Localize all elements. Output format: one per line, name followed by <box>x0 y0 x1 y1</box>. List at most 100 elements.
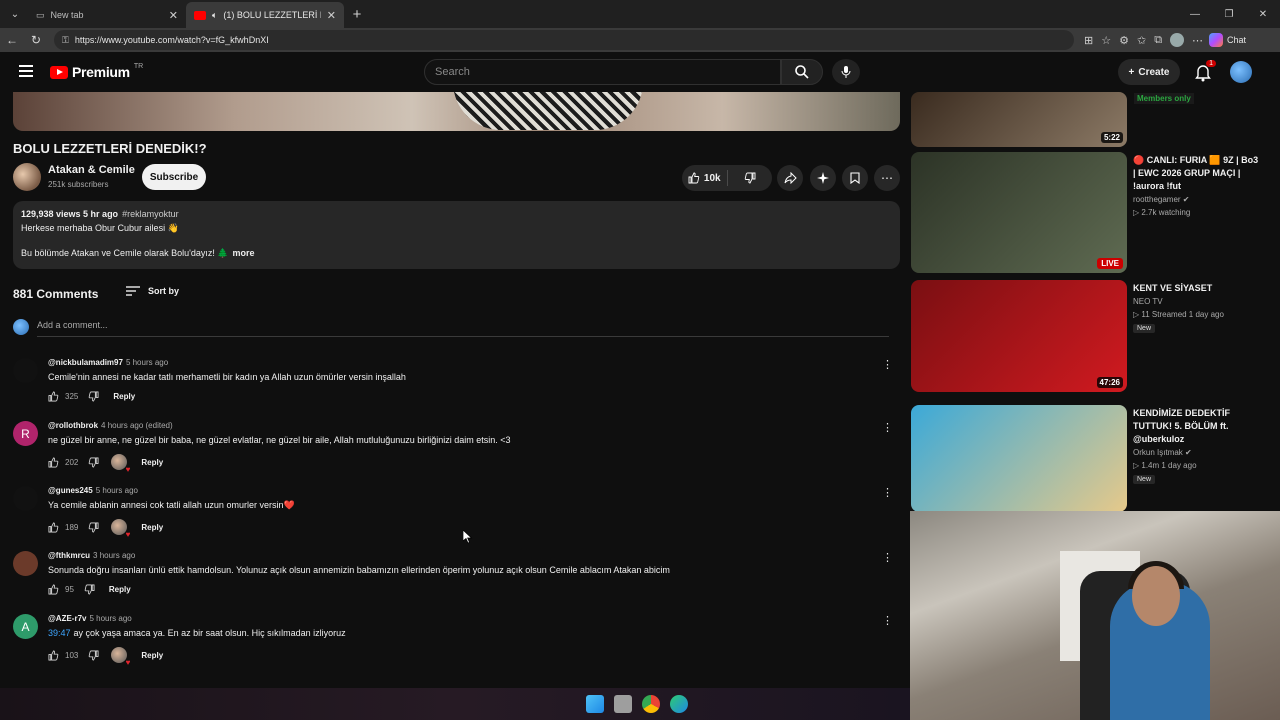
thumbs-up-icon[interactable] <box>48 584 59 595</box>
description-box[interactable]: 129,938 views 5 hr ago #reklamyoktur Herk… <box>13 201 900 269</box>
new-tab-button[interactable]: + <box>344 6 370 23</box>
back-icon[interactable]: ← <box>0 33 24 47</box>
maximize-icon[interactable]: ❐ <box>1212 0 1246 28</box>
commenter-avatar[interactable]: A <box>13 614 38 639</box>
copilot-chat-button[interactable]: Chat <box>1209 33 1246 47</box>
apps-icon[interactable]: ⊞ <box>1084 34 1093 47</box>
share-button[interactable] <box>777 165 803 191</box>
video-thumbnail[interactable]: LIVE <box>911 152 1127 273</box>
comment-menu-icon[interactable]: ⋮ <box>882 551 893 564</box>
more-actions-button[interactable]: ⋯ <box>874 165 900 191</box>
commenter-avatar[interactable] <box>13 486 38 511</box>
account-avatar[interactable] <box>1230 61 1252 83</box>
thumbs-up-icon[interactable] <box>48 522 59 533</box>
close-tab-icon[interactable]: ✕ <box>327 9 336 22</box>
related-video-title[interactable]: KENDİMİZE DEDEKTİF TUTTUK! 5. BÖLÜM ft. … <box>1133 407 1263 446</box>
commenter-handle[interactable]: @fthkmrcu <box>48 551 90 560</box>
like-button[interactable]: 10k <box>682 172 727 184</box>
reply-button[interactable]: Reply <box>109 585 131 594</box>
file-explorer-icon[interactable] <box>614 695 632 713</box>
speaker-icon[interactable]: 🔈︎ <box>212 10 217 21</box>
comment-menu-icon[interactable]: ⋮ <box>882 486 893 499</box>
commenter-handle[interactable]: @gunes245 <box>48 486 93 495</box>
close-window-icon[interactable]: ✕ <box>1246 0 1280 28</box>
tab-youtube[interactable]: 🔈︎ (1) BOLU LEZZETLERİ DENEDİK!? ✕ <box>186 2 344 28</box>
tab-new-tab[interactable]: ▭ New tab ✕ <box>28 2 186 28</box>
commenter-handle[interactable]: @rollothbrok <box>48 421 98 430</box>
collections-icon[interactable]: ⧉ <box>1154 34 1162 47</box>
search-input[interactable]: Search <box>424 59 781 85</box>
comment-menu-icon[interactable]: ⋮ <box>882 421 893 434</box>
more-link[interactable]: more <box>233 248 255 258</box>
add-comment-input[interactable]: Add a comment... <box>37 320 108 330</box>
save-button[interactable] <box>842 165 868 191</box>
comment-menu-icon[interactable]: ⋮ <box>882 358 893 371</box>
windows-start-icon[interactable] <box>586 695 604 713</box>
thumbs-down-icon[interactable] <box>84 584 95 595</box>
video-player[interactable] <box>13 92 900 131</box>
search-button[interactable] <box>781 59 823 85</box>
create-button[interactable]: + Create <box>1118 59 1180 85</box>
site-info-icon[interactable]: ⚿ <box>62 35 69 46</box>
menu-icon[interactable] <box>19 65 33 80</box>
favorites-icon[interactable]: ✩ <box>1137 34 1146 47</box>
url-bar[interactable]: ⚿ https://www.youtube.com/watch?v=fG_kfw… <box>54 30 1074 50</box>
comment-time[interactable]: 5 hours ago <box>89 614 131 623</box>
extension-icon[interactable]: ⚙ <box>1119 34 1129 47</box>
minimize-icon[interactable]: — <box>1178 0 1212 28</box>
channel-name[interactable]: Atakan & Cemile <box>48 164 135 176</box>
related-video-title[interactable]: 🔴 CANLI: FURIA 🟧 9Z | Bo3 | EWC 2026 GRU… <box>1133 154 1263 193</box>
channel-avatar[interactable] <box>13 163 41 191</box>
commenter-avatar[interactable] <box>13 551 38 576</box>
edge-icon[interactable] <box>670 695 688 713</box>
comment-menu-icon[interactable]: ⋮ <box>882 614 893 627</box>
refresh-icon[interactable]: ↻ <box>24 33 48 47</box>
youtube-logo[interactable]: Premium TR <box>50 63 143 80</box>
comment-time[interactable]: 5 hours ago <box>126 358 168 367</box>
related-video-item[interactable]: 47:26 KENT VE SİYASET NEO TV ▷ 11 Streamed … <box>911 280 1271 392</box>
video-thumbnail[interactable]: 5:22 <box>911 92 1127 147</box>
thumbs-up-icon[interactable] <box>48 650 59 661</box>
ask-ai-button[interactable] <box>810 165 836 191</box>
comment-time[interactable]: 4 hours ago (edited) <box>101 421 173 430</box>
related-video-item[interactable]: KENDİMİZE DEDEKTİF TUTTUK! 5. BÖLÜM ft. … <box>911 405 1271 512</box>
comment-time[interactable]: 5 hours ago <box>96 486 138 495</box>
related-video-title[interactable]: KENT VE SİYASET <box>1133 282 1263 295</box>
related-video-item[interactable]: LIVE 🔴 CANLI: FURIA 🟧 9Z | Bo3 | EWC 2026… <box>911 152 1271 273</box>
reply-button[interactable]: Reply <box>141 458 163 467</box>
hashtag-link[interactable]: #reklamyoktur <box>122 209 179 219</box>
commenter-handle[interactable]: @AZE-r7v <box>48 614 86 623</box>
timestamp-link[interactable]: 39:47 <box>48 628 71 638</box>
sort-by-button[interactable]: Sort by <box>126 286 179 296</box>
reply-button[interactable]: Reply <box>113 392 135 401</box>
reply-button[interactable]: Reply <box>141 523 163 532</box>
more-icon[interactable]: ⋯ <box>1192 34 1203 47</box>
related-channel-name[interactable]: rootthegamer ✔ <box>1133 195 1190 204</box>
dislike-button[interactable] <box>728 172 773 184</box>
related-channel-name[interactable]: Orkun Işıtmak ✔ <box>1133 448 1192 457</box>
close-tab-icon[interactable]: ✕ <box>169 9 178 22</box>
thumbs-down-icon[interactable] <box>88 522 99 533</box>
favorite-star-icon[interactable]: ☆ <box>1101 34 1111 47</box>
comment-time[interactable]: 3 hours ago <box>93 551 135 560</box>
thumbs-down-icon[interactable] <box>88 650 99 661</box>
voice-search-button[interactable] <box>832 59 860 85</box>
related-video-item[interactable]: 5:22 <box>911 92 1271 147</box>
chrome-icon[interactable] <box>642 695 660 713</box>
thumbs-down-icon[interactable] <box>88 391 99 402</box>
thumbs-down-icon[interactable] <box>88 457 99 468</box>
commenter-handle[interactable]: @nickbulamadim97 <box>48 358 123 367</box>
related-channel-name[interactable]: NEO TV <box>1133 297 1163 306</box>
video-thumbnail[interactable]: 47:26 <box>911 280 1127 392</box>
profile-avatar[interactable] <box>1170 33 1185 47</box>
reply-button[interactable]: Reply <box>141 651 163 660</box>
tab-list-button[interactable]: ⌄ <box>2 3 28 25</box>
notifications-button[interactable]: 1 <box>1194 60 1216 82</box>
thumbs-up-icon[interactable] <box>48 391 59 402</box>
commenter-avatar[interactable]: R <box>13 421 38 446</box>
thumbs-up-icon[interactable] <box>48 457 59 468</box>
subscribe-button[interactable]: Subscribe <box>142 164 206 190</box>
commenter-avatar[interactable] <box>13 358 38 383</box>
comment-header: @rollothbrok 4 hours ago (edited) <box>48 421 173 430</box>
video-thumbnail[interactable] <box>911 405 1127 512</box>
